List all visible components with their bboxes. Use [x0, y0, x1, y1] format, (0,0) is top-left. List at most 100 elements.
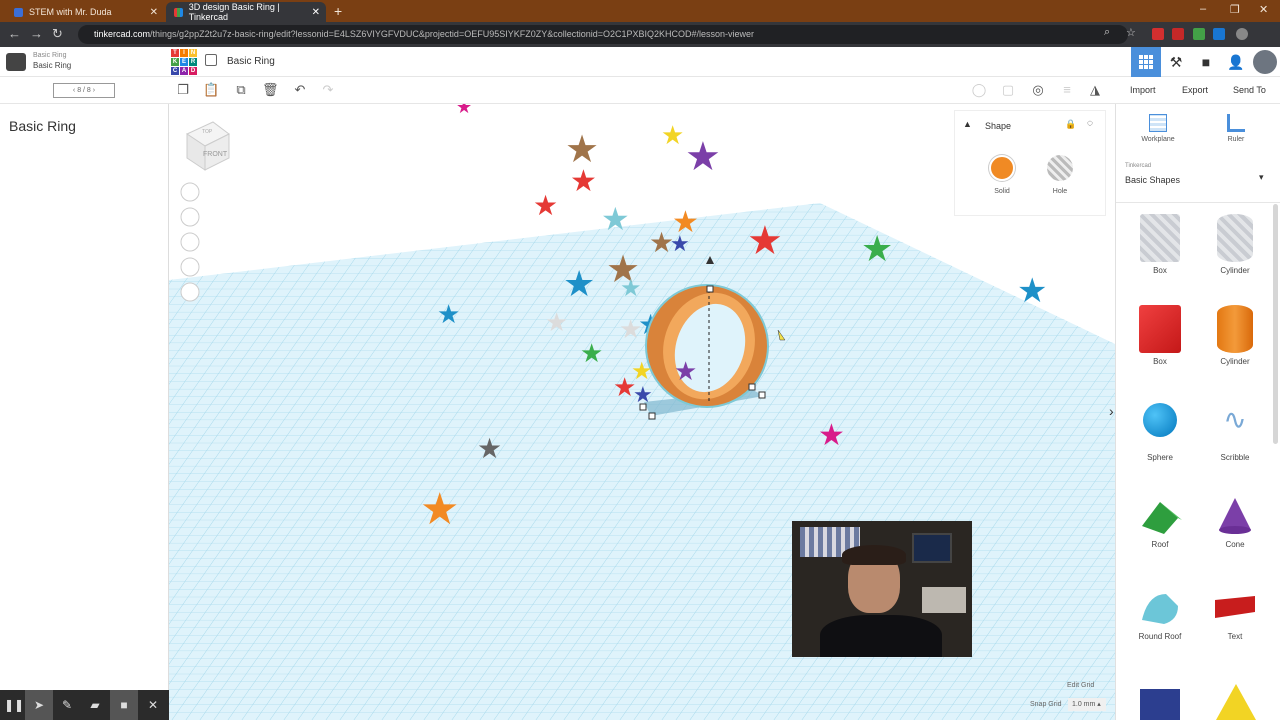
tab-basic-ring[interactable]: 3D design Basic Ring | Tinkercad ✕ — [166, 2, 326, 22]
view-cube[interactable]: TOP FRONT — [185, 121, 230, 171]
resize-handle[interactable] — [648, 412, 656, 420]
viewcube-front-label: FRONT — [203, 151, 228, 158]
window-close-icon[interactable]: ✕ — [1259, 3, 1268, 16]
add-user-button[interactable]: 👤 — [1221, 47, 1251, 77]
align-icon[interactable]: ≡ — [1059, 82, 1075, 98]
url-field[interactable]: tinkercad.com/things/g2ppZ2t2u7z-basic-r… — [78, 25, 1128, 44]
star-icon: ★ — [818, 419, 845, 452]
shape-cone[interactable]: Cone — [1205, 496, 1265, 549]
light-bulb-icon[interactable]: ◯ — [971, 82, 987, 98]
sphere-icon — [1143, 403, 1177, 437]
shape-text[interactable]: Text — [1205, 588, 1265, 641]
star-icon: ★ — [533, 190, 558, 221]
pointer-icon[interactable]: ➤ — [25, 690, 53, 720]
copy-icon[interactable]: ❐ — [175, 82, 191, 98]
close-icon[interactable]: ✕ — [312, 7, 320, 18]
shape-scribble[interactable]: ∿ Scribble — [1205, 403, 1265, 462]
hole-swatch[interactable] — [1047, 155, 1073, 181]
lock-icon[interactable]: 🔒 — [1065, 119, 1076, 130]
next-shape-preview[interactable] — [1140, 689, 1180, 720]
user-avatar[interactable] — [1250, 47, 1280, 77]
highlighter-icon[interactable]: ▰ — [81, 690, 109, 720]
close-icon[interactable]: ✕ — [150, 7, 158, 18]
logo-letter: R — [189, 58, 197, 66]
group-icon[interactable]: ▢ — [1000, 82, 1016, 98]
shape-round-roof[interactable]: Round Roof — [1130, 588, 1190, 641]
lesson-pager[interactable]: ‹ 8 / 8 › — [53, 83, 115, 98]
zoom-in-icon[interactable] — [180, 232, 200, 252]
profile-avatar-icon[interactable] — [1236, 28, 1248, 40]
design-list-icon[interactable] — [205, 54, 217, 66]
perspective-icon[interactable] — [180, 282, 200, 302]
send-to-button[interactable]: Send To — [1233, 85, 1266, 95]
workplane-tool[interactable]: Workplane — [1128, 114, 1188, 143]
ruler-label: Ruler — [1227, 136, 1245, 143]
solid-color-swatch[interactable] — [989, 155, 1015, 181]
ungroup-icon[interactable]: ◎ — [1030, 82, 1046, 98]
pen-icon[interactable]: ✎ — [53, 690, 81, 720]
design-name[interactable]: Basic Ring — [227, 56, 275, 67]
delete-icon[interactable]: 🗑 — [262, 82, 279, 98]
extension-icon[interactable] — [1213, 28, 1225, 40]
extension-icon[interactable] — [1193, 28, 1205, 40]
snap-grid-label: Snap Grid — [1030, 701, 1062, 708]
shape-cylinder-hole[interactable]: Cylinder — [1205, 214, 1265, 275]
light-icon[interactable]: ◌ — [1087, 118, 1093, 129]
forward-arrow-icon[interactable]: → — [30, 26, 43, 41]
extension-icon[interactable] — [1152, 28, 1164, 40]
zoom-out-icon[interactable] — [180, 257, 200, 277]
shape-roof[interactable]: Roof — [1130, 496, 1190, 549]
ruler-tool[interactable]: Ruler — [1206, 114, 1266, 143]
tab-stem-with-mr-duda[interactable]: STEM with Mr. Duda ✕ — [6, 2, 164, 22]
new-tab-icon[interactable]: + — [334, 3, 342, 19]
duplicate-icon[interactable]: ⧉ — [233, 82, 249, 98]
tinkercad-logo[interactable]: T I N K E R C A D — [171, 49, 197, 75]
reload-icon[interactable]: ↻ — [52, 26, 63, 42]
collapse-chevron-icon[interactable]: ▲ — [963, 119, 972, 129]
blocks-button[interactable]: ⚒ — [1161, 47, 1191, 77]
close-toolbar-icon[interactable]: ✕ — [139, 690, 167, 720]
logo-letter: K — [171, 58, 179, 66]
mirror-icon[interactable]: ◮ — [1087, 82, 1103, 98]
shape-box[interactable]: Box — [1130, 305, 1190, 366]
search-icon[interactable]: ⌕ — [1104, 26, 1110, 39]
minimize-icon[interactable]: – — [1200, 3, 1206, 15]
edit-grid-button[interactable]: Edit Grid — [1067, 682, 1094, 689]
hammer-pick-icon: ⚒ — [1169, 53, 1183, 70]
url-host: tinkercad.com — [94, 29, 151, 39]
bookmark-star-icon[interactable]: ☆ — [1126, 26, 1136, 39]
lesson-panel: Basic Ring — [0, 104, 169, 690]
home-view-icon[interactable] — [180, 182, 200, 202]
panel-expand-chevron-icon[interactable]: › — [1109, 403, 1114, 419]
panel-scrollbar[interactable] — [1273, 204, 1278, 444]
resize-handle[interactable] — [748, 383, 756, 391]
extension-icon[interactable] — [1172, 28, 1184, 40]
undo-icon[interactable]: ↶ — [292, 82, 308, 98]
star-icon: ★ — [747, 219, 783, 263]
pause-icon[interactable]: ❚❚ — [0, 690, 28, 720]
resize-handle[interactable] — [639, 403, 647, 411]
maximize-icon[interactable]: ❐ — [1230, 3, 1240, 16]
snap-grid-select[interactable]: 1.0 mm ▴ — [1068, 698, 1106, 711]
chevron-down-icon[interactable]: ▾ — [1259, 172, 1264, 183]
shape-category-select[interactable]: Basic Shapes — [1125, 175, 1180, 185]
resize-handle[interactable] — [706, 285, 714, 293]
shape-box-hole[interactable]: Box — [1130, 214, 1190, 275]
category-source: Tinkercad — [1125, 163, 1152, 169]
back-arrow-icon[interactable]: ← — [8, 26, 21, 41]
bricks-button[interactable]: ■ — [1191, 47, 1221, 77]
logo-letter: C — [171, 67, 179, 75]
paste-icon[interactable]: 📋 — [203, 82, 219, 98]
shape-cylinder[interactable]: Cylinder — [1205, 305, 1265, 366]
camera-icon[interactable]: ■ — [110, 690, 138, 720]
next-shape-preview[interactable] — [1216, 684, 1256, 720]
fit-view-icon[interactable] — [180, 207, 200, 227]
lesson-avatar — [6, 53, 26, 71]
pager-next-icon[interactable]: › — [91, 87, 95, 94]
export-button[interactable]: Export — [1182, 85, 1208, 95]
view-3d-button[interactable] — [1131, 47, 1161, 77]
shape-sphere[interactable]: Sphere — [1130, 403, 1190, 462]
redo-icon[interactable]: ↷ — [320, 82, 336, 98]
import-button[interactable]: Import — [1130, 85, 1156, 95]
resize-handle[interactable] — [758, 391, 766, 399]
